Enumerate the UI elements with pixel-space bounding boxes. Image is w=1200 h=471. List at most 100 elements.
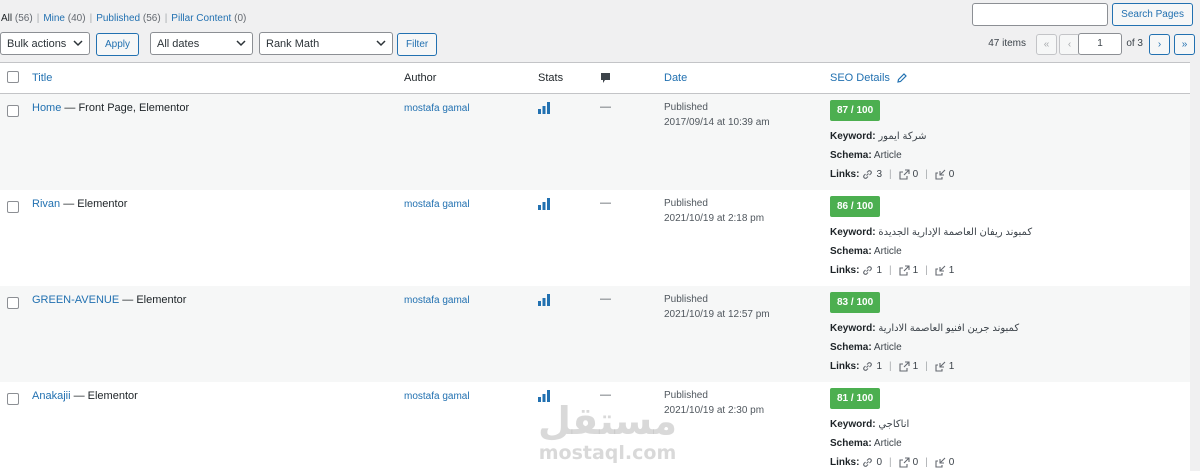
internal-link-icon: [863, 457, 873, 467]
title-cell: GREEN-AVENUE — Elementor: [26, 286, 404, 382]
next-page-button[interactable]: ›: [1149, 34, 1170, 55]
items-count: 47 items: [988, 38, 1026, 49]
post-states: — Elementor: [63, 197, 128, 210]
table-row: GREEN-AVENUE — Elementor mostafa gamal —…: [0, 285, 1190, 382]
schema-line: Schema: Article: [830, 341, 902, 353]
post-states: — Front Page, Elementor: [64, 102, 190, 114]
comments-column-header[interactable]: [600, 62, 664, 94]
pencil-icon[interactable]: [896, 72, 908, 84]
search-box: Search Pages: [972, 3, 1193, 26]
seo-score-badge[interactable]: 81 / 100: [830, 387, 881, 409]
seo-score-badge[interactable]: 87 / 100: [830, 100, 881, 121]
table-header-row: Title Author Stats Date SEO Details: [0, 62, 1190, 94]
bar-chart-icon[interactable]: [538, 197, 550, 210]
internal-link-icon: [863, 265, 873, 275]
internal-link-icon: [863, 361, 873, 371]
row-checkbox[interactable]: [7, 200, 19, 213]
seo-details-cell: 87 / 100 Keyword: شركة ايمور Schema: Art…: [830, 94, 1190, 190]
chevron-down-icon: [73, 40, 83, 47]
keyword-line: Keyword: اناكاجي: [830, 418, 910, 430]
author-link[interactable]: mostafa gamal: [404, 199, 470, 210]
total-pages: of 3: [1126, 38, 1143, 49]
comments-count: —: [600, 292, 611, 305]
links-line: Links: 0 | 0 | 0: [830, 456, 955, 468]
row-title-link[interactable]: Home: [32, 102, 61, 114]
keyword-line: Keyword: شركة ايمور: [830, 131, 927, 142]
incoming-link-icon: [935, 265, 946, 276]
keyword-line: Keyword: كمبوند ريفان العاصمة الإدارية ا…: [830, 226, 1033, 238]
incoming-link-icon: [935, 457, 946, 468]
schema-line: Schema: Article: [830, 150, 902, 161]
title-cell: Rivan — Elementor: [26, 190, 404, 286]
links-line: Links: 3 | 0 | 0: [830, 169, 955, 180]
table-row: Anakajii — Elementor mostafa gamal — Pub…: [0, 382, 1190, 471]
seo-score-badge[interactable]: 83 / 100: [830, 291, 881, 313]
row-title-link[interactable]: GREEN-AVENUE: [32, 294, 119, 306]
author-link[interactable]: mostafa gamal: [404, 391, 470, 402]
external-link-icon: [899, 264, 910, 276]
author-column-header: Author: [404, 62, 538, 94]
comment-icon: [601, 73, 610, 84]
current-page-input[interactable]: 1: [1078, 33, 1122, 55]
table-row: Home — Front Page, Elementor mostafa gam…: [0, 93, 1190, 190]
links-line: Links: 1 | 1 | 1: [830, 264, 955, 276]
bar-chart-icon[interactable]: [538, 389, 550, 402]
view-mine[interactable]: Mine (40): [43, 13, 85, 24]
tablenav-top: Bulk actions Apply All dates Rank Math F…: [0, 32, 1200, 56]
comments-count: —: [600, 101, 611, 113]
chevron-down-icon: [376, 40, 386, 47]
author-link[interactable]: mostafa gamal: [404, 103, 470, 114]
filter-button[interactable]: Filter: [397, 33, 438, 56]
keyword-line: Keyword: كمبوند جرين افنيو العاصمة الادا…: [830, 322, 1020, 334]
schema-line: Schema: Article: [830, 437, 902, 449]
view-all[interactable]: All (56): [1, 13, 33, 24]
comments-count: —: [600, 196, 611, 209]
chevron-down-icon: [236, 40, 246, 47]
date-cell: Published 2021/10/19 at 2:18 pm: [664, 197, 765, 224]
date-cell: Published 2017/09/14 at 10:39 am: [664, 102, 770, 128]
bar-chart-icon[interactable]: [538, 293, 550, 306]
external-link-icon: [899, 169, 910, 180]
seo-details-cell: 86 / 100 Keyword: كمبوند ريفان العاصمة ا…: [830, 190, 1190, 286]
search-input[interactable]: [972, 3, 1109, 26]
bar-chart-icon[interactable]: [538, 102, 550, 115]
view-filters: All (56) | Mine (40) | Published (56) | …: [1, 13, 247, 24]
author-link[interactable]: mostafa gamal: [404, 295, 470, 306]
prev-page-button[interactable]: ‹: [1059, 34, 1080, 55]
external-link-icon: [899, 360, 910, 372]
post-states: — Elementor: [73, 389, 138, 402]
row-checkbox[interactable]: [7, 392, 19, 405]
title-cell: Home — Front Page, Elementor: [26, 94, 404, 190]
view-pillar-content[interactable]: Pillar Content (0): [171, 13, 246, 24]
title-cell: Anakajii — Elementor: [26, 382, 404, 471]
dates-select[interactable]: All dates: [150, 32, 253, 55]
date-cell: Published 2021/10/19 at 2:30 pm: [664, 389, 765, 416]
comments-count: —: [600, 388, 611, 401]
links-line: Links: 1 | 1 | 1: [830, 360, 955, 372]
first-page-button[interactable]: «: [1036, 34, 1057, 55]
incoming-link-icon: [935, 169, 946, 180]
seo-score-badge[interactable]: 86 / 100: [830, 195, 881, 217]
row-title-link[interactable]: Rivan: [32, 198, 60, 210]
search-pages-button[interactable]: Search Pages: [1112, 3, 1193, 26]
row-checkbox[interactable]: [7, 296, 19, 309]
seo-filter-select[interactable]: Rank Math: [259, 32, 393, 55]
external-link-icon: [899, 456, 910, 468]
post-states: — Elementor: [122, 293, 187, 306]
view-published[interactable]: Published (56): [96, 13, 161, 24]
row-checkbox[interactable]: [7, 105, 19, 117]
apply-button[interactable]: Apply: [96, 33, 140, 56]
date-column-header[interactable]: Date: [664, 72, 687, 84]
table-row: Rivan — Elementor mostafa gamal — Publis…: [0, 190, 1190, 286]
seo-details-cell: 83 / 100 Keyword: كمبوند جرين افنيو العا…: [830, 286, 1190, 382]
seo-details-cell: 81 / 100 Keyword: اناكاجي Schema: Articl…: [830, 382, 1190, 471]
title-column-header[interactable]: Title: [32, 72, 52, 84]
bulk-actions-select[interactable]: Bulk actions: [0, 32, 90, 55]
date-cell: Published 2021/10/19 at 12:57 pm: [664, 293, 770, 320]
seo-details-column-header[interactable]: SEO Details: [830, 72, 890, 84]
internal-link-icon: [863, 170, 873, 179]
select-all-checkbox[interactable]: [7, 70, 19, 83]
last-page-button[interactable]: »: [1174, 34, 1195, 55]
row-title-link[interactable]: Anakajii: [32, 390, 71, 402]
pages-table: Title Author Stats Date SEO Details Home…: [0, 62, 1190, 471]
